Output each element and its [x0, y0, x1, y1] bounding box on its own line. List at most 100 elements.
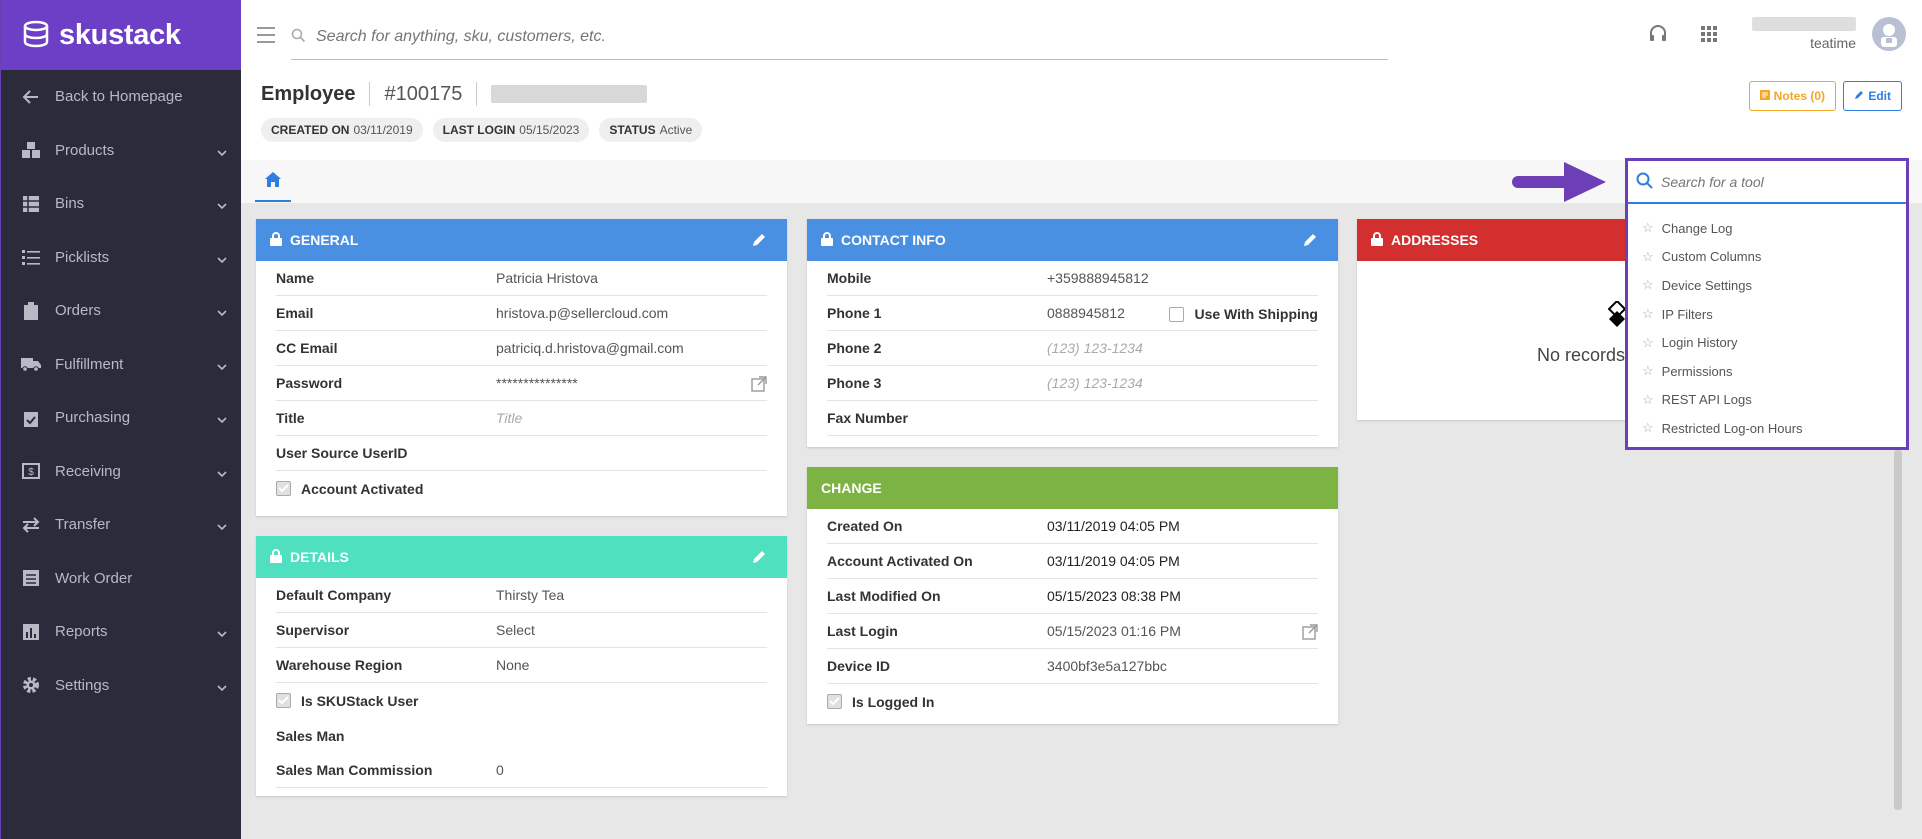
tool-item-label: Permissions — [1661, 363, 1733, 379]
contact-row-phone3[interactable]: Phone 3 (123) 123-1234 — [827, 366, 1318, 401]
sidebar-item-work-order[interactable]: Work Order — [1, 552, 241, 606]
avatar[interactable] — [1872, 17, 1906, 51]
change-title: CHANGE — [821, 480, 882, 496]
apps-grid-icon[interactable] — [1701, 26, 1717, 45]
external-link-icon[interactable] — [1302, 624, 1318, 643]
field-value: 0 — [496, 762, 504, 778]
field-label: Is SKUStack User — [301, 692, 419, 709]
sidebar-item-receiving[interactable]: $ Receiving — [1, 445, 241, 499]
star-icon[interactable]: ☆ — [1642, 335, 1654, 351]
general-row-title[interactable]: Title Title — [276, 401, 767, 436]
tool-item[interactable]: ☆ Change Log — [1628, 214, 1906, 243]
user-company: teatime — [1810, 35, 1856, 51]
sidebar-item-label: Back to Homepage — [55, 88, 183, 106]
hamburger-menu-icon[interactable] — [256, 26, 276, 47]
edit-button[interactable]: Edit — [1843, 81, 1902, 111]
tool-search-input[interactable] — [1661, 173, 1891, 190]
tab-home[interactable] — [255, 162, 291, 202]
change-card: CHANGE Created On 03/11/2019 04:05 PM Acc… — [807, 467, 1338, 724]
employee-id: #100175 — [384, 82, 463, 105]
chip-value: Active — [659, 123, 693, 137]
sidebar-item-products[interactable]: Products — [1, 124, 241, 178]
pencil-icon[interactable] — [752, 232, 767, 250]
field-label: Account Activated On — [827, 553, 973, 569]
sidebar-item-label: Orders — [55, 302, 101, 320]
star-icon[interactable]: ☆ — [1642, 392, 1654, 408]
star-icon[interactable]: ☆ — [1642, 277, 1654, 293]
receiving-icon: $ — [21, 461, 41, 481]
star-icon[interactable]: ☆ — [1642, 306, 1654, 322]
user-menu[interactable]: teatime — [1752, 17, 1856, 51]
sidebar-item-purchasing[interactable]: Purchasing — [1, 391, 241, 445]
scrollbar[interactable] — [1894, 450, 1902, 810]
brand[interactable]: skustack — [1, 0, 241, 70]
gear-icon — [21, 675, 41, 695]
field-value: 05/15/2023 01:16 PM — [1047, 623, 1181, 639]
sidebar-item-fulfillment[interactable]: Fulfillment — [1, 338, 241, 392]
clipboard-icon — [21, 301, 41, 321]
tool-item[interactable]: ☆ Device Settings — [1628, 271, 1906, 300]
field-label: Phone 3 — [827, 375, 882, 391]
is-logged-in-checkbox[interactable] — [827, 694, 842, 709]
reports-icon — [21, 622, 41, 642]
headset-icon[interactable] — [1648, 24, 1668, 47]
sidebar-item-label: Work Order — [55, 569, 133, 587]
change-row-created-on: Created On 03/11/2019 04:05 PM — [827, 509, 1318, 544]
contact-row-mobile: Mobile +359888945812 — [827, 261, 1318, 296]
change-row-device-id: Device ID 3400bf3e5a127bbc — [827, 649, 1318, 684]
tool-item[interactable]: ☆ Login History — [1628, 328, 1906, 357]
tool-item-label: Custom Columns — [1661, 249, 1762, 265]
field-label: Last Modified On — [827, 588, 941, 604]
tool-item-label: Change Log — [1661, 220, 1733, 236]
tool-item[interactable]: ☆ REST API Logs — [1628, 386, 1906, 415]
sidebar-item-label: Fulfillment — [55, 355, 124, 373]
search-icon — [1636, 172, 1653, 192]
notes-button[interactable]: Notes (0) — [1748, 81, 1836, 111]
star-icon[interactable]: ☆ — [1642, 220, 1654, 236]
tool-search-panel: ☆ Change Log ☆ Custom Columns ☆ Device Sett… — [1625, 158, 1909, 450]
global-search-input[interactable] — [316, 27, 1316, 46]
tool-item[interactable]: ☆ Custom Columns — [1628, 243, 1906, 272]
account-activated-checkbox[interactable] — [276, 481, 291, 496]
field-value: None — [496, 657, 530, 673]
tool-item[interactable]: ☆ IP Filters — [1628, 300, 1906, 329]
general-row-cc-email: CC Email patriciq.d.hristova@gmail.com — [276, 331, 767, 366]
chevron-down-icon — [217, 411, 227, 428]
pencil-icon[interactable] — [1303, 232, 1318, 250]
general-title: GENERAL — [290, 232, 359, 248]
sidebar-item-settings[interactable]: Settings — [1, 659, 241, 713]
field-value: +359888945812 — [1047, 270, 1149, 286]
use-with-shipping-checkbox[interactable] — [1169, 306, 1185, 322]
arrow-left-icon — [21, 87, 41, 107]
pencil-icon[interactable] — [752, 549, 767, 567]
contact-row-phone2[interactable]: Phone 2 (123) 123-1234 — [827, 331, 1318, 366]
is-logged-in-row: Is Logged In — [827, 684, 1318, 719]
chip-value: 05/15/2023 — [519, 123, 580, 137]
sidebar-item-reports[interactable]: Reports — [1, 605, 241, 659]
addresses-title: ADDRESSES — [1391, 232, 1479, 248]
edit-label: Edit — [1868, 89, 1891, 103]
chip-label: STATUS — [609, 123, 656, 137]
field-value: Patricia Hristova — [496, 270, 598, 286]
field-label: Phone 1 — [827, 305, 882, 321]
sidebar-item-orders[interactable]: Orders — [1, 284, 241, 338]
tool-item[interactable]: ☆ Permissions — [1628, 357, 1906, 386]
global-search — [291, 14, 1388, 60]
entity-type: Employee — [261, 82, 356, 105]
external-link-icon[interactable] — [751, 376, 767, 395]
account-activated-row: Account Activated — [276, 471, 767, 506]
chevron-down-icon — [217, 304, 227, 321]
sidebar-item-picklists[interactable]: Picklists — [1, 231, 241, 285]
sidebar-item-bins[interactable]: Bins — [1, 177, 241, 231]
star-icon[interactable]: ☆ — [1642, 363, 1654, 379]
is-skustack-user-checkbox[interactable] — [276, 693, 291, 708]
tool-item[interactable]: ☆ Restricted Log-on Hours — [1628, 414, 1906, 443]
field-value: 3400bf3e5a127bbc — [1047, 658, 1167, 674]
sidebar-item-transfer[interactable]: Transfer — [1, 498, 241, 552]
star-icon[interactable]: ☆ — [1642, 249, 1654, 265]
title-placeholder: Title — [496, 410, 523, 426]
chevron-down-icon — [217, 625, 227, 642]
star-icon[interactable]: ☆ — [1642, 420, 1654, 436]
sidebar-item-back-to-homepage[interactable]: Back to Homepage — [1, 70, 241, 124]
contact-title: CONTACT INFO — [841, 232, 946, 248]
